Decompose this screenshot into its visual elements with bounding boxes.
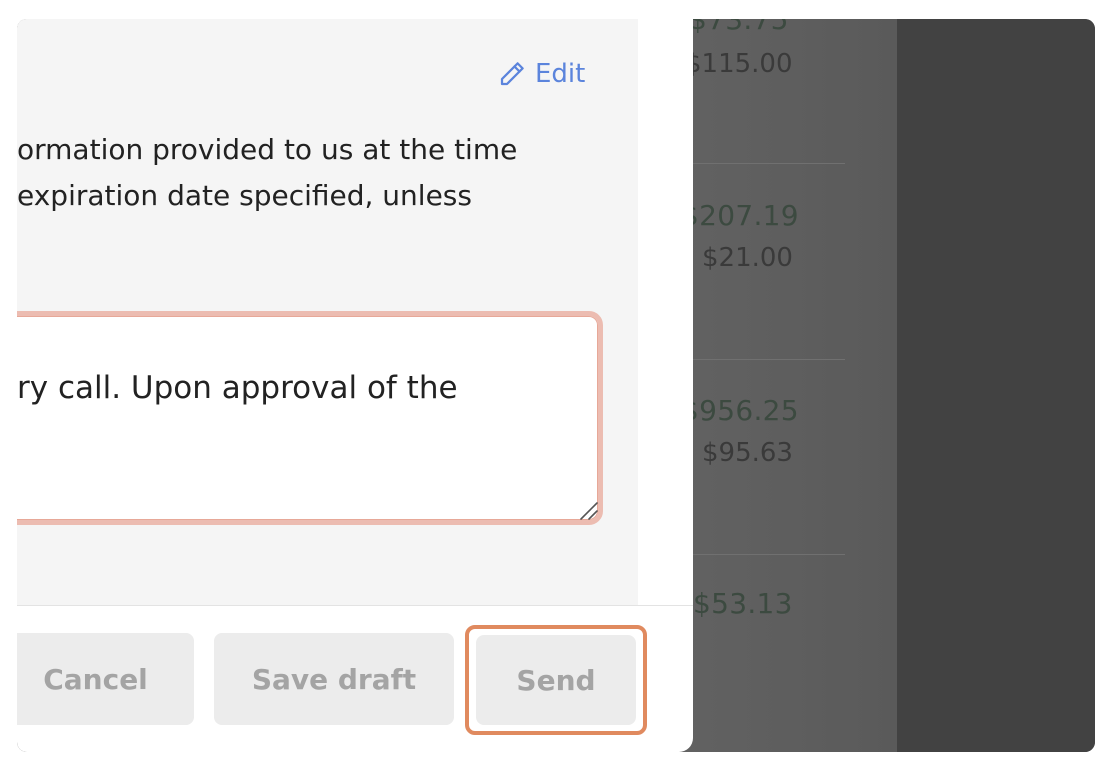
terms-line-2: expiration date specified, unless: [17, 179, 472, 212]
screen: $73.75 $115.00 $207.19 $21.00 $956.25 $9…: [17, 19, 1095, 752]
row-divider: [693, 554, 845, 555]
terms-line-1: ormation provided to us at the time: [17, 133, 518, 166]
amount-tax-2: $21.00: [702, 243, 793, 273]
edit-link[interactable]: Edit: [497, 59, 585, 89]
cancel-button[interactable]: Cancel: [17, 633, 194, 725]
row-divider: [693, 359, 845, 360]
save-draft-button[interactable]: Save draft: [214, 633, 454, 725]
footer-divider: [17, 605, 693, 606]
resize-handle-icon[interactable]: [577, 499, 601, 527]
amount-total-3: $956.25: [681, 394, 799, 427]
terms-text: ormation provided to us at the time expir…: [17, 127, 617, 219]
row-divider: [693, 163, 845, 164]
send-button[interactable]: Send: [476, 635, 636, 725]
amount-total-2: $207.19: [681, 199, 799, 232]
amount-tax-3: $95.63: [702, 438, 793, 468]
edit-label: Edit: [535, 59, 586, 89]
amount-tax-1: $115.00: [685, 49, 793, 79]
message-text: ry call. Upon approval of the: [17, 370, 458, 406]
amount-total-1: $73.75: [689, 19, 789, 36]
pencil-icon: [497, 59, 527, 89]
background-dark-panel: [897, 19, 1095, 752]
send-modal: Edit ormation provided to us at the time…: [17, 19, 693, 752]
amount-total-4: $53.13: [693, 587, 793, 620]
message-textarea[interactable]: [17, 311, 603, 525]
